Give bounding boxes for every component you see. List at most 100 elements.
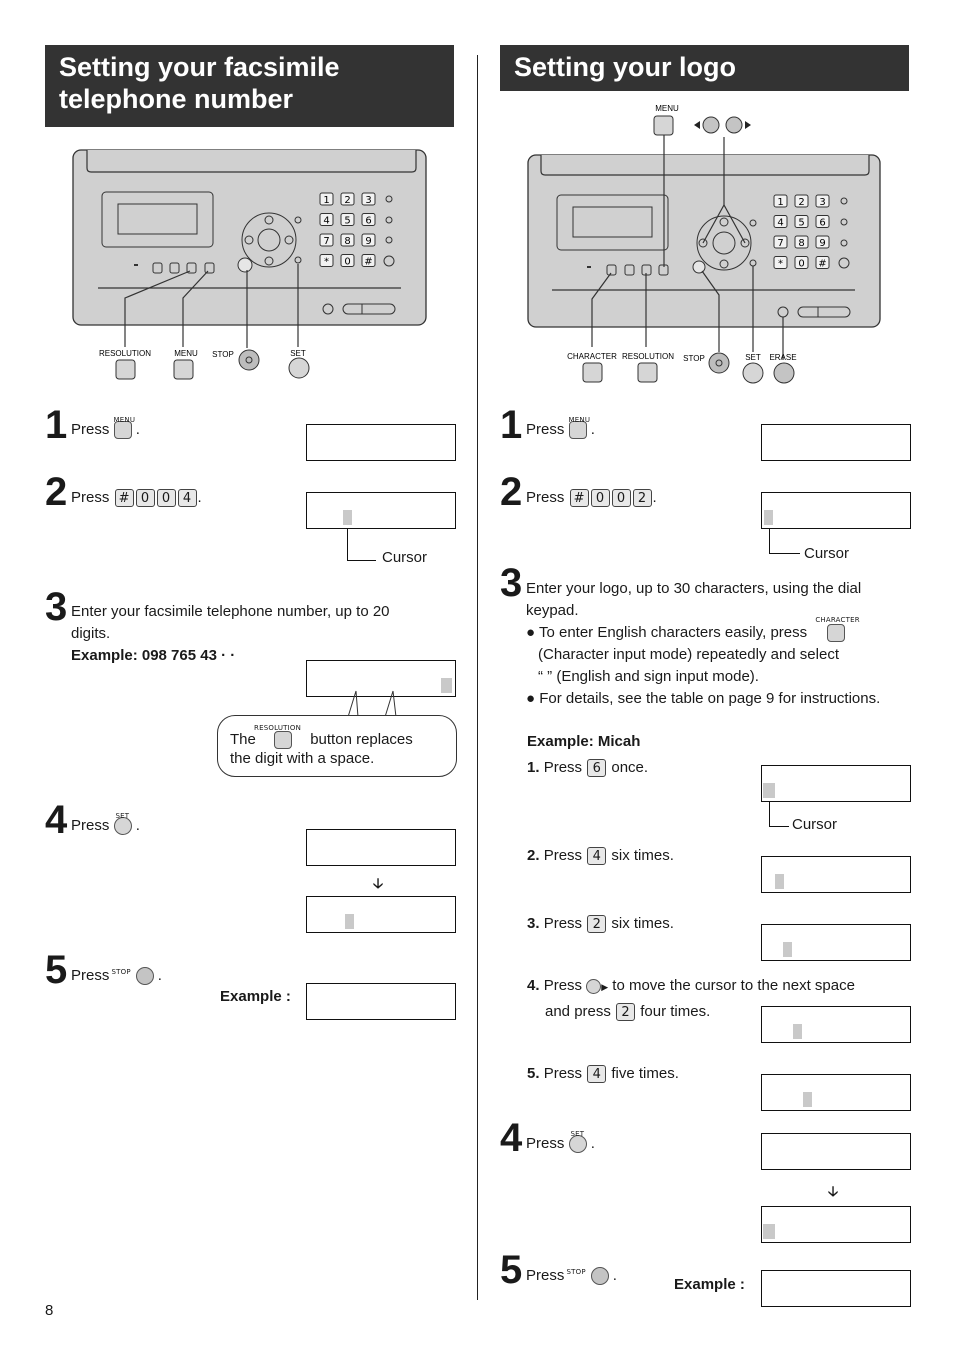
step-2-text: Press #0 0 2. <box>526 489 657 508</box>
stop-button <box>590 1267 609 1286</box>
step-4-text: Press SET . <box>526 1130 595 1154</box>
zero-key: 0 <box>590 489 610 508</box>
left-arrow-icon <box>694 121 700 129</box>
zero-key: 0 <box>135 489 155 508</box>
cursor-label: Cursor <box>382 549 428 566</box>
right-arrow-icon <box>745 121 751 129</box>
character-panel-button <box>606 264 617 276</box>
step-number: 2 <box>45 470 67 514</box>
step-number: 1 <box>500 403 522 447</box>
menu-label: MENU <box>655 104 679 113</box>
lcd-screen <box>761 492 911 529</box>
lcd-screen <box>761 765 911 802</box>
character-button <box>582 362 603 383</box>
step-4-text: Press SET . <box>71 812 140 836</box>
menu-button <box>173 359 194 380</box>
set-label: SET <box>745 353 761 362</box>
hash-key: # <box>114 489 134 508</box>
lcd-screen <box>306 896 456 933</box>
cursor-block <box>441 678 452 693</box>
panel-button <box>169 262 180 274</box>
example-label: Example : <box>220 988 291 1005</box>
keypad-key-label: 1 <box>777 197 783 208</box>
menu-label: MENU <box>174 349 198 358</box>
resolution-label: RESOLUTION <box>99 349 151 358</box>
keypad-key-label: 0 <box>798 259 804 270</box>
step-3-text: Enter your logo, up to 30 characters, us… <box>526 580 881 707</box>
step-number: 4 <box>500 1116 522 1160</box>
cursor-block <box>783 942 792 957</box>
lcd-screen <box>306 983 456 1020</box>
keypad-key-label: 5 <box>344 216 350 227</box>
keypad-key-label: 4 <box>777 218 783 229</box>
erase-button <box>773 362 795 384</box>
step-1-text: Press MENU . <box>526 416 595 440</box>
step-number: 3 <box>45 585 67 629</box>
step-5-text: Press STOP . <box>526 1267 617 1286</box>
lcd-screen <box>761 1074 911 1111</box>
set-button <box>742 362 764 384</box>
keypad-key-label: 7 <box>777 238 783 249</box>
step-number: 4 <box>45 798 67 842</box>
panel-button <box>152 262 163 274</box>
hash-key: # <box>569 489 589 508</box>
lcd-screen <box>761 924 911 961</box>
lcd-screen <box>761 1206 911 1243</box>
lcd-screen <box>761 1006 911 1043</box>
cursor-label: Cursor <box>804 545 850 562</box>
stop-label: STOP <box>212 350 234 359</box>
stop-button <box>135 967 154 986</box>
six-key: 6 <box>587 759 607 778</box>
lcd-display <box>117 203 198 235</box>
erase-panel-button <box>777 306 789 318</box>
step-number: 3 <box>500 561 522 605</box>
step-5-text: Press STOP . <box>71 967 162 986</box>
cursor-pointer-line <box>769 529 800 554</box>
lcd-screen <box>306 492 456 529</box>
two-key: 2 <box>616 1003 636 1022</box>
substep-5: 5. Press 4 five times. <box>527 1065 679 1084</box>
stop-panel-button <box>692 260 706 274</box>
substep-1: 1. Press 6 once. <box>527 759 649 778</box>
cursor-block <box>775 874 784 889</box>
lcd-screen <box>306 424 456 461</box>
cursor-pointer-line <box>347 529 376 561</box>
substep-3: 3. Press 2 six times. <box>527 915 674 934</box>
keypad-key-label: 3 <box>819 197 825 208</box>
stop-button <box>238 349 260 371</box>
keypad-key-label: 9 <box>819 238 825 249</box>
stop-label: STOP <box>683 354 705 363</box>
keypad-key-label: 8 <box>344 236 350 247</box>
keypad-key-label: 2 <box>798 197 804 208</box>
stop-button <box>708 352 730 374</box>
keypad-key-label: * <box>324 257 329 268</box>
lcd-screen <box>761 424 911 461</box>
two-key: 2 <box>632 489 652 508</box>
keypad-key-label: 1 <box>323 195 329 206</box>
four-key: 4 <box>177 489 197 508</box>
four-key: 4 <box>587 1065 607 1084</box>
left-navigator-button <box>702 116 720 134</box>
lcd-screen <box>761 1270 911 1307</box>
keypad-key-label: 5 <box>798 218 804 229</box>
set-panel-button <box>294 256 302 264</box>
resolution-button <box>637 362 658 383</box>
keypad-key-label: 6 <box>365 216 371 227</box>
step-number: 1 <box>45 403 67 447</box>
keypad-key-label: * <box>778 259 783 270</box>
cursor-pointer-line <box>769 802 789 827</box>
resolution-button <box>115 359 136 380</box>
keypad-key-label: 2 <box>344 195 350 206</box>
character-label: CHARACTER <box>567 352 617 361</box>
keypad-key-label: # <box>364 257 372 268</box>
down-arrow-icon: 🡣 <box>828 1183 839 1199</box>
page-number: 8 <box>45 1302 54 1319</box>
example-title: Example: Micah <box>527 733 641 750</box>
right-navigator-button <box>725 116 743 134</box>
keypad-key-label: 9 <box>365 236 371 247</box>
down-arrow-icon: 🡣 <box>373 875 384 891</box>
fax-panel-diagram-right: MENU 1 2 3 4 5 6 7 8 9 * 0 # CHARACTER RESOLUTION S… <box>527 104 881 384</box>
lcd-screen <box>306 829 456 866</box>
keypad-key-label: 6 <box>819 218 825 229</box>
cursor-block <box>793 1024 802 1039</box>
